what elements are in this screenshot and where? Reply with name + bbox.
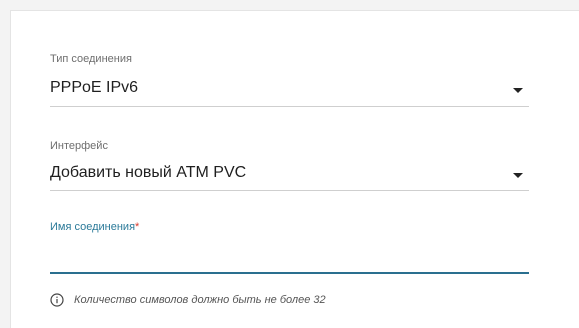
connection-name-label: Имя соединения* [50, 221, 139, 233]
connection-name-underline [50, 272, 529, 274]
interface-label: Интерфейс [50, 140, 108, 152]
interface-underline [50, 190, 529, 191]
chevron-down-icon[interactable] [513, 88, 523, 93]
connection-type-select[interactable]: Тип соединения PPPoE IPv6 [50, 11, 529, 111]
hint-row: Количество символов должно быть не более… [50, 292, 326, 308]
connection-name-field[interactable]: Имя соединения* [50, 211, 529, 281]
connection-type-underline [50, 106, 529, 107]
required-mark: * [135, 221, 140, 233]
interface-select[interactable]: Интерфейс Добавить новый ATM PVC [50, 121, 529, 201]
connection-type-value[interactable]: PPPoE IPv6 [50, 79, 138, 97]
connection-name-input[interactable] [50, 247, 529, 271]
connection-type-label: Тип соединения [50, 53, 132, 65]
info-icon [50, 293, 64, 307]
interface-value[interactable]: Добавить новый ATM PVC [50, 164, 246, 182]
settings-card: Тип соединения PPPoE IPv6 Интерфейс Доба… [10, 10, 579, 328]
connection-name-label-text: Имя соединения [50, 221, 136, 233]
hint-text: Количество символов должно быть не более… [74, 294, 326, 306]
chevron-down-icon[interactable] [513, 173, 523, 178]
